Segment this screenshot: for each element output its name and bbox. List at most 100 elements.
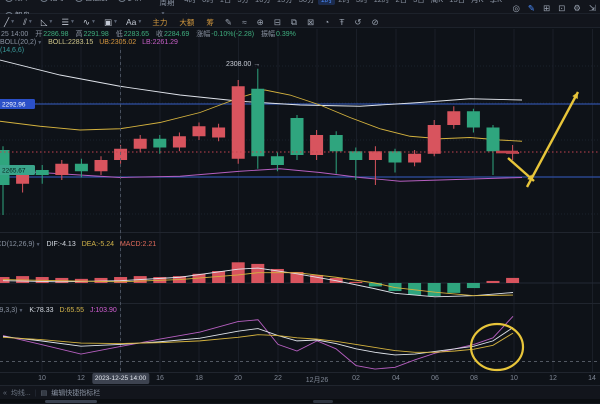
candle-body	[75, 164, 88, 172]
pro-item[interactable]: 大额	[179, 18, 194, 27]
menu-item[interactable]: 跟单	[5, 0, 30, 3]
macd-histogram-bar	[428, 283, 441, 296]
collapse-icon[interactable]: «	[3, 390, 7, 397]
period-button[interactable]: 4时	[181, 0, 199, 5]
period-button[interactable]: 月K	[468, 0, 487, 5]
candle-body	[55, 164, 68, 175]
settings-gear-icon[interactable]: ⚙	[573, 3, 581, 13]
drawn-circle-annotation	[471, 324, 523, 370]
dif-value: DIF:-4.13	[47, 241, 76, 248]
trash-icon[interactable]: ⊘	[372, 17, 379, 27]
dea-value: DEA:-5.24	[82, 241, 114, 248]
scrollbar-handle[interactable]	[45, 400, 97, 403]
menu-item-label: 自选股	[85, 0, 108, 3]
trend-line-tool[interactable]: ╱▼	[4, 17, 15, 28]
period-button[interactable]: 30分	[296, 0, 318, 5]
k-line	[3, 328, 513, 355]
candle-body	[291, 118, 304, 155]
amplitude-label: 振幅	[261, 31, 275, 38]
macd-histogram-bar	[232, 262, 245, 283]
time-axis-label: 12	[549, 375, 557, 382]
magnet-icon[interactable]: ⊕	[257, 17, 264, 27]
bottom-bar: « 均线... | ▤ 编辑快捷指标栏	[0, 385, 600, 404]
divider: |	[35, 390, 37, 397]
period-button[interactable]: 1时	[318, 0, 336, 5]
menu-item-icon	[40, 0, 48, 2]
time-axis-label: 20	[234, 375, 242, 382]
chart-canvas[interactable]: 2292.962265.672308.00 →	[0, 0, 600, 404]
macd-histogram-bar	[447, 283, 460, 293]
menu-item-label: 指导	[50, 0, 65, 3]
channel-tool[interactable]: ⫽▼	[23, 17, 33, 28]
wave-tool[interactable]: ∿▼	[83, 17, 96, 28]
macd-name[interactable]: MACD(12,26,9)	[0, 241, 35, 248]
candle-body	[487, 128, 500, 152]
candle-time: 25 14:00	[1, 31, 28, 38]
period-button[interactable]: 5分	[234, 0, 252, 5]
tool-glyph: ╱	[4, 17, 9, 28]
copy-icon[interactable]: ⧉	[291, 17, 297, 27]
draw-icon[interactable]: ✎	[528, 3, 535, 13]
horizontal-scrollbar[interactable]	[0, 399, 600, 403]
pip-icon[interactable]: ⊡	[558, 3, 565, 13]
horizontal-lines-tool[interactable]: ☰▼	[61, 17, 75, 28]
period-button[interactable]: 15日	[446, 0, 468, 5]
period-button[interactable]: 周K	[428, 0, 447, 5]
menu-item[interactable]: 自选股	[75, 0, 108, 3]
candle-body	[330, 135, 343, 151]
text-style-icon[interactable]: Ŧ	[339, 17, 344, 27]
change-value: -0.10%(-2.28)	[211, 31, 254, 38]
current-price-marker	[496, 151, 518, 154]
time-axis-label: 10	[510, 375, 518, 382]
camera-icon[interactable]: ◎	[512, 3, 519, 13]
scrollbar-handle-2[interactable]	[313, 400, 333, 403]
bottom-left-label[interactable]: 均线...	[11, 388, 31, 398]
pro-item[interactable]: 主力	[152, 18, 167, 27]
chevron-down-icon: ▼	[137, 19, 142, 25]
k-value: K:78.33	[29, 307, 53, 314]
candle-body	[408, 154, 421, 163]
tool-glyph: ⫽	[23, 17, 27, 28]
edit-indicator-bar-button[interactable]: 编辑快捷指标栏	[51, 388, 100, 398]
undo-icon[interactable]: ↺	[354, 17, 361, 27]
period-button[interactable]: 6时	[199, 0, 217, 5]
boll-name[interactable]: BOLL(20,2)	[0, 39, 36, 46]
period-button[interactable]: 15分	[274, 0, 296, 5]
triangle-tool[interactable]: ◺▼	[41, 17, 54, 28]
period-button[interactable]: 2日	[392, 0, 410, 5]
pro-item[interactable]: 筹	[206, 18, 214, 27]
period-button[interactable]: 1日	[217, 0, 235, 5]
fullscreen-icon[interactable]: ⇲	[589, 3, 596, 13]
menu-item-icon	[118, 0, 126, 2]
lock-icon[interactable]: ⊟	[274, 17, 281, 27]
text-tool[interactable]: Aa▼	[126, 17, 142, 27]
extra-indicator-label: (14,6,6)	[0, 47, 24, 54]
candle-body	[428, 125, 441, 154]
delete-shape-icon[interactable]: ⊠	[307, 17, 314, 27]
period-button[interactable]: 季K	[487, 0, 506, 5]
edit-icon[interactable]: ✎	[225, 17, 232, 27]
menu-item[interactable]: 多屏	[118, 0, 143, 3]
period-button[interactable]: 12时	[371, 0, 393, 5]
period-button[interactable]: 2时	[335, 0, 353, 5]
candle-body	[232, 86, 245, 159]
time-axis-label: 02	[352, 375, 360, 382]
trading-app-window: 2292.962265.672308.00 → 跟单指导自选股多屏智盘 周期▼ …	[0, 0, 600, 404]
period-button[interactable]: 3日	[410, 0, 428, 5]
menu-item-icon	[5, 0, 13, 2]
time-axis[interactable]: 10121618202212月26020406081012142023-12-2…	[0, 373, 600, 385]
curve-icon[interactable]: ≈	[242, 17, 247, 27]
candle-body	[251, 89, 264, 157]
multi-window-icon[interactable]: ⊞	[543, 3, 550, 13]
menu-item[interactable]: 指导	[40, 0, 65, 3]
macd-histogram-bar	[506, 278, 519, 283]
change-label: 涨幅	[196, 31, 210, 38]
period-button[interactable]: 3时	[353, 0, 371, 5]
price-tag-text: 2292.96	[2, 102, 26, 109]
period-button[interactable]: 10分	[252, 0, 274, 5]
rect-tool[interactable]: ▣▼	[104, 17, 118, 28]
macd-histogram-bar	[467, 283, 480, 288]
fill-icon[interactable]: ◔	[324, 17, 329, 27]
kdj-name[interactable]: KDJ(9,3,3)	[0, 307, 17, 314]
chevron-down-icon: ▼	[18, 308, 23, 314]
